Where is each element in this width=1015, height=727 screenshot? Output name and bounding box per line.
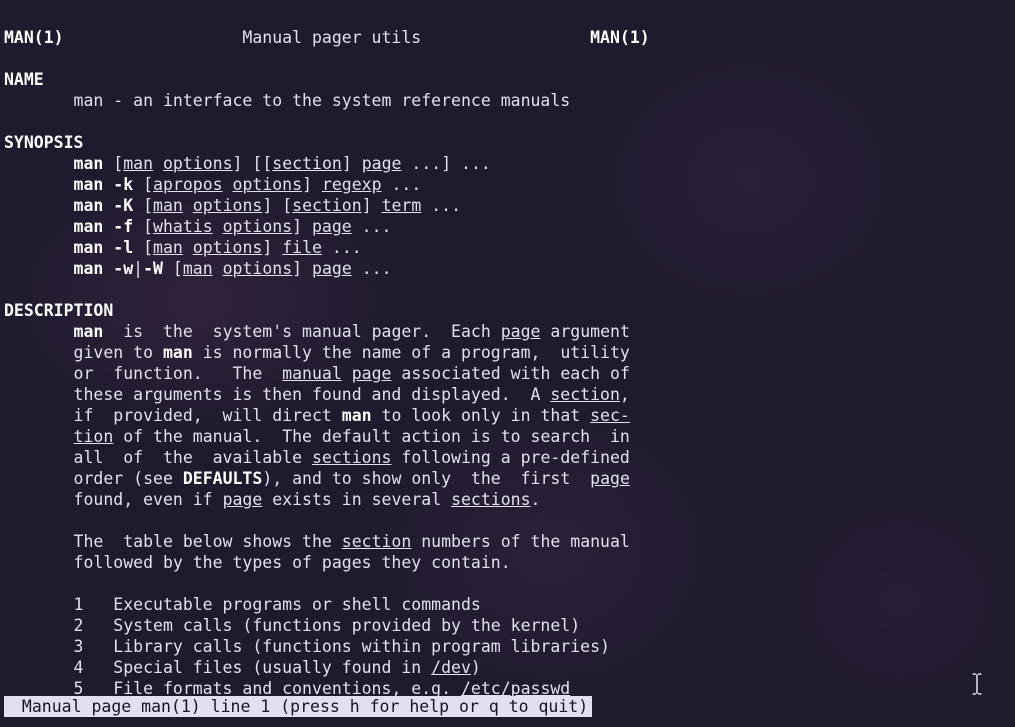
- section-table-row: 1 Executable programs or shell commands: [74, 595, 481, 614]
- pager-status-bar[interactable]: Manual page man(1) line 1 (press h for h…: [4, 696, 592, 717]
- header-right: MAN(1): [590, 28, 650, 47]
- syn-cmd: man -l: [74, 238, 134, 257]
- syn-cmd: man -f: [74, 217, 134, 236]
- man-page-content[interactable]: MAN(1) Manual pager utils MAN(1) NAME ma…: [4, 6, 1011, 720]
- syn-cmd: man: [74, 154, 104, 173]
- header-center: Manual pager utils: [242, 28, 421, 47]
- syn-cmd: man -K: [74, 196, 134, 215]
- section-table-row: 2 System calls (functions provided by th…: [74, 616, 581, 635]
- header-left: MAN(1): [4, 28, 64, 47]
- section-heading-name: NAME: [4, 70, 44, 89]
- syn-cmd: man -w: [74, 259, 134, 278]
- section-table-row: 3 Library calls (functions within progra…: [74, 637, 610, 656]
- name-line: man - an interface to the system referen…: [74, 91, 571, 110]
- section-heading-description: DESCRIPTION: [4, 301, 113, 320]
- syn-cmd: man -k: [74, 175, 134, 194]
- section-table-row: 4 Special files (usually found in: [74, 658, 432, 677]
- section-heading-synopsis: SYNOPSIS: [4, 133, 83, 152]
